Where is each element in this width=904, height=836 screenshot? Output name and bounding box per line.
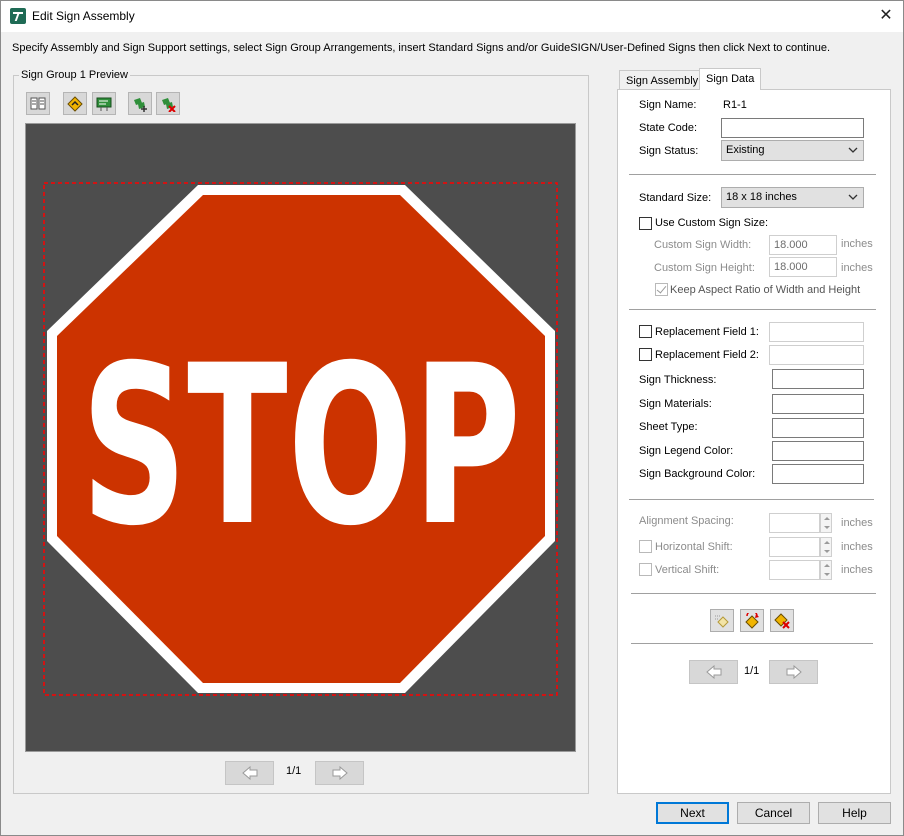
state-code-input[interactable]	[721, 118, 864, 138]
tab-sign-data[interactable]: Sign Data	[699, 68, 762, 90]
standard-size-dropdown[interactable]: 18 x 18 inches	[721, 187, 864, 208]
custom-height-input[interactable]: 18.000	[769, 257, 837, 277]
vertical-shift-spinner[interactable]	[820, 560, 832, 580]
delete-sign-icon	[162, 98, 176, 112]
replacement-field-1-label: Replacement Field 1:	[655, 326, 759, 338]
remove-sign-icon	[774, 613, 790, 629]
sign-name-value: R1-1	[723, 99, 747, 111]
keep-aspect-ratio-checkbox[interactable]	[655, 283, 668, 296]
preview-next-button[interactable]	[315, 761, 364, 785]
sign-data-next-button[interactable]	[769, 660, 818, 684]
horizontal-shift-unit: inches	[841, 541, 873, 553]
horizontal-shift-spinner[interactable]	[820, 537, 832, 557]
arrow-left-icon	[706, 665, 722, 679]
vertical-shift-unit: inches	[841, 564, 873, 576]
custom-height-label: Custom Sign Height:	[654, 262, 755, 274]
sign-legend-text: STOP	[81, 318, 521, 574]
custom-width-label: Custom Sign Width:	[654, 239, 752, 251]
insert-standard-sign-button[interactable]	[63, 92, 87, 115]
keep-aspect-ratio-label: Keep Aspect Ratio of Width and Height	[670, 284, 861, 296]
cancel-button[interactable]: Cancel	[737, 802, 810, 824]
move-sign-button[interactable]	[710, 609, 734, 632]
vertical-shift-label: Vertical Shift:	[655, 564, 720, 576]
sign-background-color-input[interactable]	[772, 464, 864, 484]
horizontal-shift-input[interactable]	[769, 537, 820, 557]
title-bar: Edit Sign Assembly ✕	[1, 1, 903, 32]
standard-size-value: 18 x 18 inches	[726, 191, 797, 203]
help-button[interactable]: Help	[818, 802, 891, 824]
chevron-down-icon	[848, 147, 858, 153]
sign-layout-button[interactable]	[26, 92, 50, 115]
custom-width-unit: inches	[841, 238, 873, 250]
sheet-type-input[interactable]	[772, 418, 864, 438]
sign-group-preview-title: Sign Group 1 Preview	[19, 69, 130, 81]
sign-preview-canvas[interactable]: STOP	[25, 123, 576, 752]
arrow-left-icon	[242, 766, 258, 780]
close-button[interactable]: ✕	[875, 5, 897, 27]
app-logo-icon	[10, 8, 26, 24]
insert-standard-sign-icon	[67, 96, 83, 112]
custom-width-input[interactable]: 18.000	[769, 235, 837, 255]
separator	[631, 593, 876, 594]
alignment-spacing-input[interactable]	[769, 513, 820, 533]
next-button[interactable]: Next	[656, 802, 729, 824]
instructions-text: Specify Assembly and Sign Support settin…	[12, 42, 831, 54]
horizontal-shift-label: Horizontal Shift:	[655, 541, 733, 553]
vertical-shift-checkbox[interactable]	[639, 563, 652, 576]
separator	[629, 499, 874, 500]
custom-height-unit: inches	[841, 262, 873, 274]
insert-guide-sign-icon	[96, 97, 112, 111]
sign-data-page-indicator: 1/1	[744, 665, 760, 677]
state-code-label: State Code:	[639, 122, 698, 134]
sign-legend-color-label: Sign Legend Color:	[639, 445, 734, 457]
stop-sign-graphic: STOP	[43, 182, 558, 696]
move-sign-icon	[715, 615, 729, 628]
preview-page-indicator: 1/1	[286, 765, 302, 777]
standard-size-label: Standard Size:	[639, 192, 712, 204]
separator	[629, 174, 876, 175]
replace-sign-button[interactable]	[740, 609, 764, 632]
replacement-field-1-input[interactable]	[769, 322, 864, 342]
replace-sign-icon	[745, 613, 759, 629]
sign-data-prev-button[interactable]	[689, 660, 738, 684]
remove-sign-button[interactable]	[770, 609, 794, 632]
sign-name-label: Sign Name:	[639, 99, 697, 111]
preview-prev-button[interactable]	[225, 761, 274, 785]
use-custom-size-label: Use Custom Sign Size:	[655, 217, 769, 229]
sheet-type-label: Sheet Type:	[639, 421, 698, 433]
alignment-spacing-label: Alignment Spacing:	[639, 515, 734, 527]
alignment-spacing-unit: inches	[841, 517, 873, 529]
sign-thickness-input[interactable]	[772, 369, 864, 389]
arrow-right-icon	[786, 665, 802, 679]
replacement-field-2-checkbox[interactable]	[639, 348, 652, 361]
sign-thickness-label: Sign Thickness:	[639, 374, 717, 386]
edit-sign-assembly-dialog: Edit Sign Assembly ✕ Specify Assembly an…	[0, 0, 904, 836]
sign-layout-icon	[30, 97, 46, 110]
alignment-spacing-spinner[interactable]	[820, 513, 832, 533]
arrow-right-icon	[332, 766, 348, 780]
insert-guide-sign-button[interactable]	[92, 92, 116, 115]
use-custom-size-checkbox[interactable]	[639, 217, 652, 230]
add-sign-icon	[134, 98, 147, 112]
add-sign-button[interactable]	[128, 92, 152, 115]
replacement-field-1-checkbox[interactable]	[639, 325, 652, 338]
sign-background-color-label: Sign Background Color:	[639, 468, 756, 480]
separator	[631, 643, 873, 644]
sign-legend-color-input[interactable]	[772, 441, 864, 461]
chevron-down-icon	[848, 194, 858, 200]
vertical-shift-input[interactable]	[769, 560, 820, 580]
separator	[629, 309, 876, 310]
window-title: Edit Sign Assembly	[32, 9, 135, 23]
sign-status-dropdown[interactable]: Existing	[721, 140, 864, 161]
sign-status-label: Sign Status:	[639, 145, 699, 157]
replacement-field-2-label: Replacement Field 2:	[655, 349, 759, 361]
delete-sign-button[interactable]	[156, 92, 180, 115]
tab-sign-assembly[interactable]: Sign Assembly	[619, 70, 706, 91]
sign-status-value: Existing	[726, 144, 765, 156]
horizontal-shift-checkbox[interactable]	[639, 540, 652, 553]
replacement-field-2-input[interactable]	[769, 345, 864, 365]
sign-materials-label: Sign Materials:	[639, 398, 712, 410]
sign-materials-input[interactable]	[772, 394, 864, 414]
